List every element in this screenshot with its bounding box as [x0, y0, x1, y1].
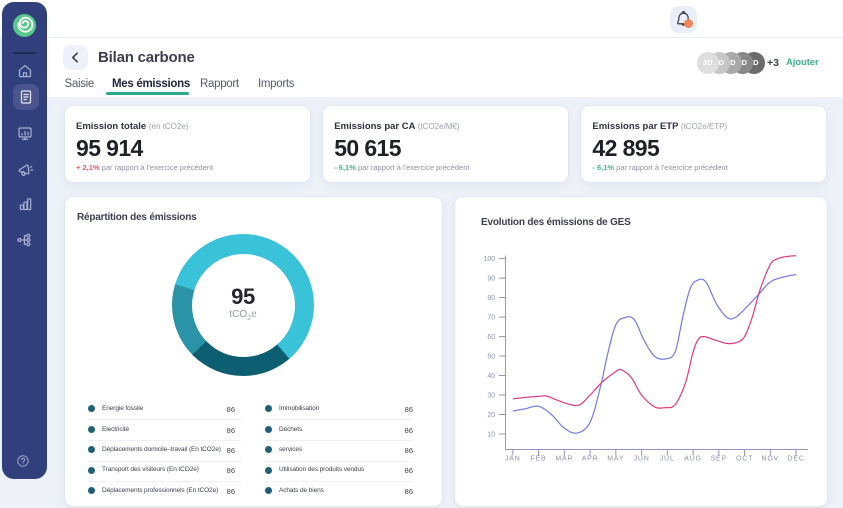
svg-text:80: 80 — [487, 295, 495, 302]
svg-text:OCT: OCT — [736, 455, 753, 462]
svg-text:MAY: MAY — [607, 455, 624, 462]
svg-text:60: 60 — [487, 334, 495, 341]
svg-text:FEB: FEB — [530, 455, 546, 462]
svg-text:JAN: JAN — [505, 455, 521, 462]
svg-text:APR: APR — [582, 455, 599, 462]
svg-text:100: 100 — [484, 256, 496, 263]
svg-text:20: 20 — [487, 412, 495, 419]
svg-text:JUL: JUL — [660, 455, 675, 462]
svg-text:SEP: SEP — [711, 455, 727, 462]
svg-text:10: 10 — [487, 431, 495, 438]
svg-text:MAR: MAR — [555, 455, 573, 462]
svg-text:AUG: AUG — [684, 455, 702, 462]
svg-text:30: 30 — [487, 392, 495, 399]
svg-text:NOV: NOV — [762, 455, 780, 462]
svg-text:90: 90 — [487, 275, 495, 282]
svg-text:70: 70 — [487, 314, 495, 321]
svg-text:DEC: DEC — [788, 455, 805, 462]
svg-text:50: 50 — [487, 353, 495, 360]
svg-text:40: 40 — [487, 373, 495, 380]
svg-text:JUN: JUN — [634, 455, 650, 462]
